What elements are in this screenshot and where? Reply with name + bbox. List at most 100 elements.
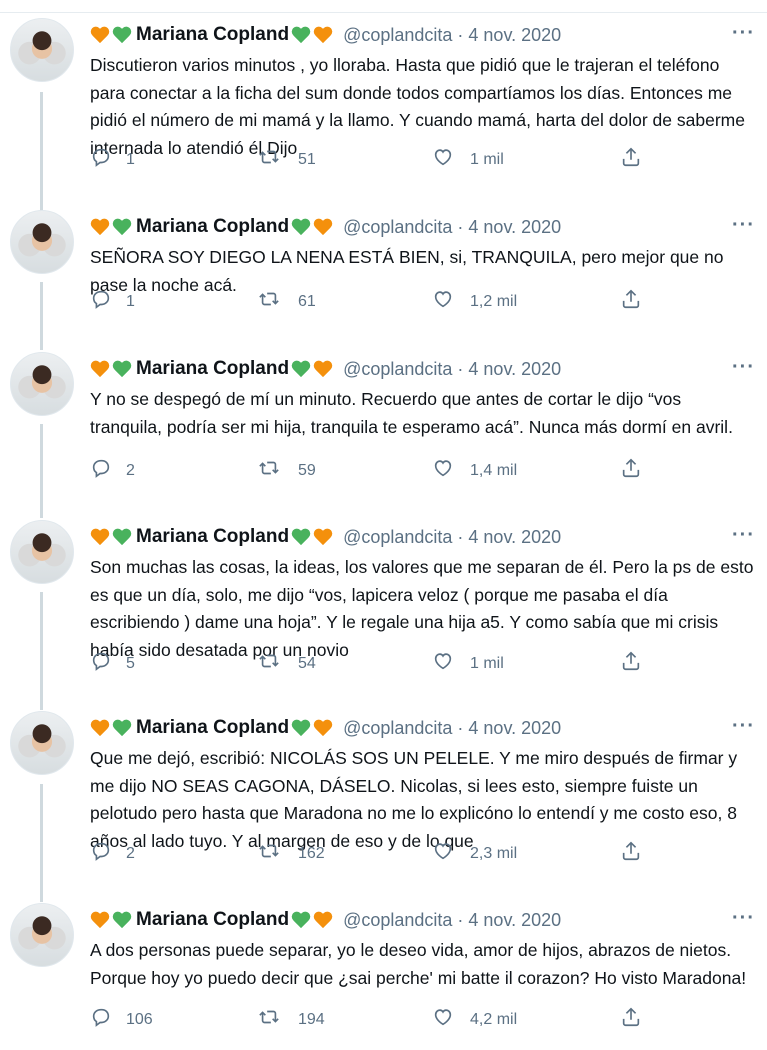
avatar[interactable] bbox=[10, 903, 74, 967]
avatar[interactable] bbox=[10, 18, 74, 82]
reply-button[interactable]: 2 bbox=[90, 840, 135, 867]
tweet-text: Y no se despegó de mí un minuto. Recuerd… bbox=[90, 389, 733, 437]
tweet[interactable]: Mariana Copland @coplandcita · 4 nov. 20… bbox=[0, 18, 767, 180]
avatar[interactable] bbox=[10, 210, 74, 274]
reply-count: 5 bbox=[126, 654, 135, 672]
orange-heart-icon bbox=[313, 910, 333, 930]
share-button[interactable] bbox=[620, 146, 656, 173]
author-handle-date[interactable]: @coplandcita · 4 nov. 2020 bbox=[343, 359, 561, 380]
tweet[interactable]: Mariana Copland @coplandcita · 4 nov. 20… bbox=[0, 520, 767, 684]
more-dots-icon[interactable]: ··· bbox=[732, 356, 755, 379]
author-handle-date[interactable]: @coplandcita · 4 nov. 2020 bbox=[343, 718, 561, 739]
reply-count: 2 bbox=[126, 844, 135, 862]
top-divider bbox=[0, 0, 767, 13]
like-button[interactable]: 1 mil bbox=[432, 146, 504, 173]
more-dots-icon[interactable]: ··· bbox=[732, 214, 755, 237]
retweet-button[interactable]: 61 bbox=[258, 288, 316, 315]
retweet-icon bbox=[258, 146, 298, 173]
orange-heart-icon bbox=[90, 359, 110, 379]
like-button[interactable]: 4,2 mil bbox=[432, 1006, 517, 1033]
share-icon bbox=[620, 457, 656, 484]
retweet-button[interactable]: 54 bbox=[258, 650, 316, 677]
tweet-actions: 5 54 1 mil bbox=[90, 650, 650, 680]
reply-icon bbox=[90, 1006, 126, 1033]
author-handle-date[interactable]: @coplandcita · 4 nov. 2020 bbox=[343, 25, 561, 46]
tweet-header: Mariana Copland @coplandcita · 4 nov. 20… bbox=[90, 522, 561, 552]
like-icon bbox=[432, 1006, 470, 1033]
tweet[interactable]: Mariana Copland @coplandcita · 4 nov. 20… bbox=[0, 210, 767, 322]
avatar[interactable] bbox=[10, 711, 74, 775]
author-name[interactable]: Mariana Copland bbox=[136, 526, 289, 548]
orange-heart-icon bbox=[313, 217, 333, 237]
tweet[interactable]: Mariana Copland @coplandcita · 4 nov. 20… bbox=[0, 711, 767, 874]
reply-icon bbox=[90, 457, 126, 484]
author-name[interactable]: Mariana Copland bbox=[136, 216, 289, 238]
reply-count: 106 bbox=[126, 1010, 153, 1028]
like-icon bbox=[432, 288, 470, 315]
retweet-button[interactable]: 59 bbox=[258, 457, 316, 484]
green-heart-icon bbox=[112, 527, 132, 547]
retweet-button[interactable]: 194 bbox=[258, 1006, 325, 1033]
orange-heart-icon bbox=[313, 25, 333, 45]
tweet[interactable]: Mariana Copland @coplandcita · 4 nov. 20… bbox=[0, 903, 767, 1040]
orange-heart-icon bbox=[90, 527, 110, 547]
orange-heart-icon bbox=[90, 718, 110, 738]
more-dots-icon[interactable]: ··· bbox=[732, 22, 755, 45]
like-button[interactable]: 1,2 mil bbox=[432, 288, 517, 315]
author-name[interactable]: Mariana Copland bbox=[136, 358, 289, 380]
green-heart-icon bbox=[291, 718, 311, 738]
avatar[interactable] bbox=[10, 352, 74, 416]
retweet-count: 59 bbox=[298, 461, 316, 479]
reply-count: 2 bbox=[126, 461, 135, 479]
like-button[interactable]: 1,4 mil bbox=[432, 457, 517, 484]
like-icon bbox=[432, 840, 470, 867]
reply-button[interactable]: 2 bbox=[90, 457, 135, 484]
orange-heart-icon bbox=[313, 718, 333, 738]
author-name[interactable]: Mariana Copland bbox=[136, 909, 289, 931]
share-button[interactable] bbox=[620, 288, 656, 315]
reply-button[interactable]: 106 bbox=[90, 1006, 153, 1033]
tweet-header: Mariana Copland @coplandcita · 4 nov. 20… bbox=[90, 713, 561, 743]
reply-button[interactable]: 5 bbox=[90, 650, 135, 677]
like-button[interactable]: 2,3 mil bbox=[432, 840, 517, 867]
reply-button[interactable]: 1 bbox=[90, 146, 135, 173]
tweet[interactable]: Mariana Copland @coplandcita · 4 nov. 20… bbox=[0, 352, 767, 491]
share-button[interactable] bbox=[620, 1006, 656, 1033]
author-handle-date[interactable]: @coplandcita · 4 nov. 2020 bbox=[343, 527, 561, 548]
author-handle-date[interactable]: @coplandcita · 4 nov. 2020 bbox=[343, 217, 561, 238]
retweet-button[interactable]: 51 bbox=[258, 146, 316, 173]
tweet-header: Mariana Copland @coplandcita · 4 nov. 20… bbox=[90, 905, 561, 935]
more-dots-icon[interactable]: ··· bbox=[732, 907, 755, 930]
author-name[interactable]: Mariana Copland bbox=[136, 24, 289, 46]
reply-button[interactable]: 1 bbox=[90, 288, 135, 315]
like-count: 4,2 mil bbox=[470, 1010, 518, 1028]
tweet-text: A dos personas puede separar, yo le dese… bbox=[90, 940, 747, 988]
share-button[interactable] bbox=[620, 650, 656, 677]
retweet-count: 61 bbox=[298, 292, 316, 310]
retweet-button[interactable]: 162 bbox=[258, 840, 325, 867]
share-icon bbox=[620, 840, 656, 867]
more-dots-icon[interactable]: ··· bbox=[732, 715, 755, 738]
like-icon bbox=[432, 146, 470, 173]
reply-icon bbox=[90, 840, 126, 867]
like-count: 1,2 mil bbox=[470, 292, 518, 310]
share-button[interactable] bbox=[620, 457, 656, 484]
tweet-actions: 1 51 1 mil bbox=[90, 146, 650, 176]
tweet-header: Mariana Copland @coplandcita · 4 nov. 20… bbox=[90, 354, 561, 384]
green-heart-icon bbox=[291, 527, 311, 547]
green-heart-icon bbox=[112, 25, 132, 45]
retweet-icon bbox=[258, 457, 298, 484]
like-button[interactable]: 1 mil bbox=[432, 650, 504, 677]
author-handle-date[interactable]: @coplandcita · 4 nov. 2020 bbox=[343, 910, 561, 931]
green-heart-icon bbox=[291, 910, 311, 930]
share-button[interactable] bbox=[620, 840, 656, 867]
share-icon bbox=[620, 146, 656, 173]
more-dots-icon[interactable]: ··· bbox=[732, 524, 755, 547]
green-heart-icon bbox=[112, 910, 132, 930]
retweet-icon bbox=[258, 650, 298, 677]
avatar[interactable] bbox=[10, 520, 74, 584]
tweet-header: Mariana Copland @coplandcita · 4 nov. 20… bbox=[90, 20, 561, 50]
author-name[interactable]: Mariana Copland bbox=[136, 717, 289, 739]
green-heart-icon bbox=[112, 217, 132, 237]
tweet-actions: 1 61 1,2 mil bbox=[90, 288, 650, 318]
